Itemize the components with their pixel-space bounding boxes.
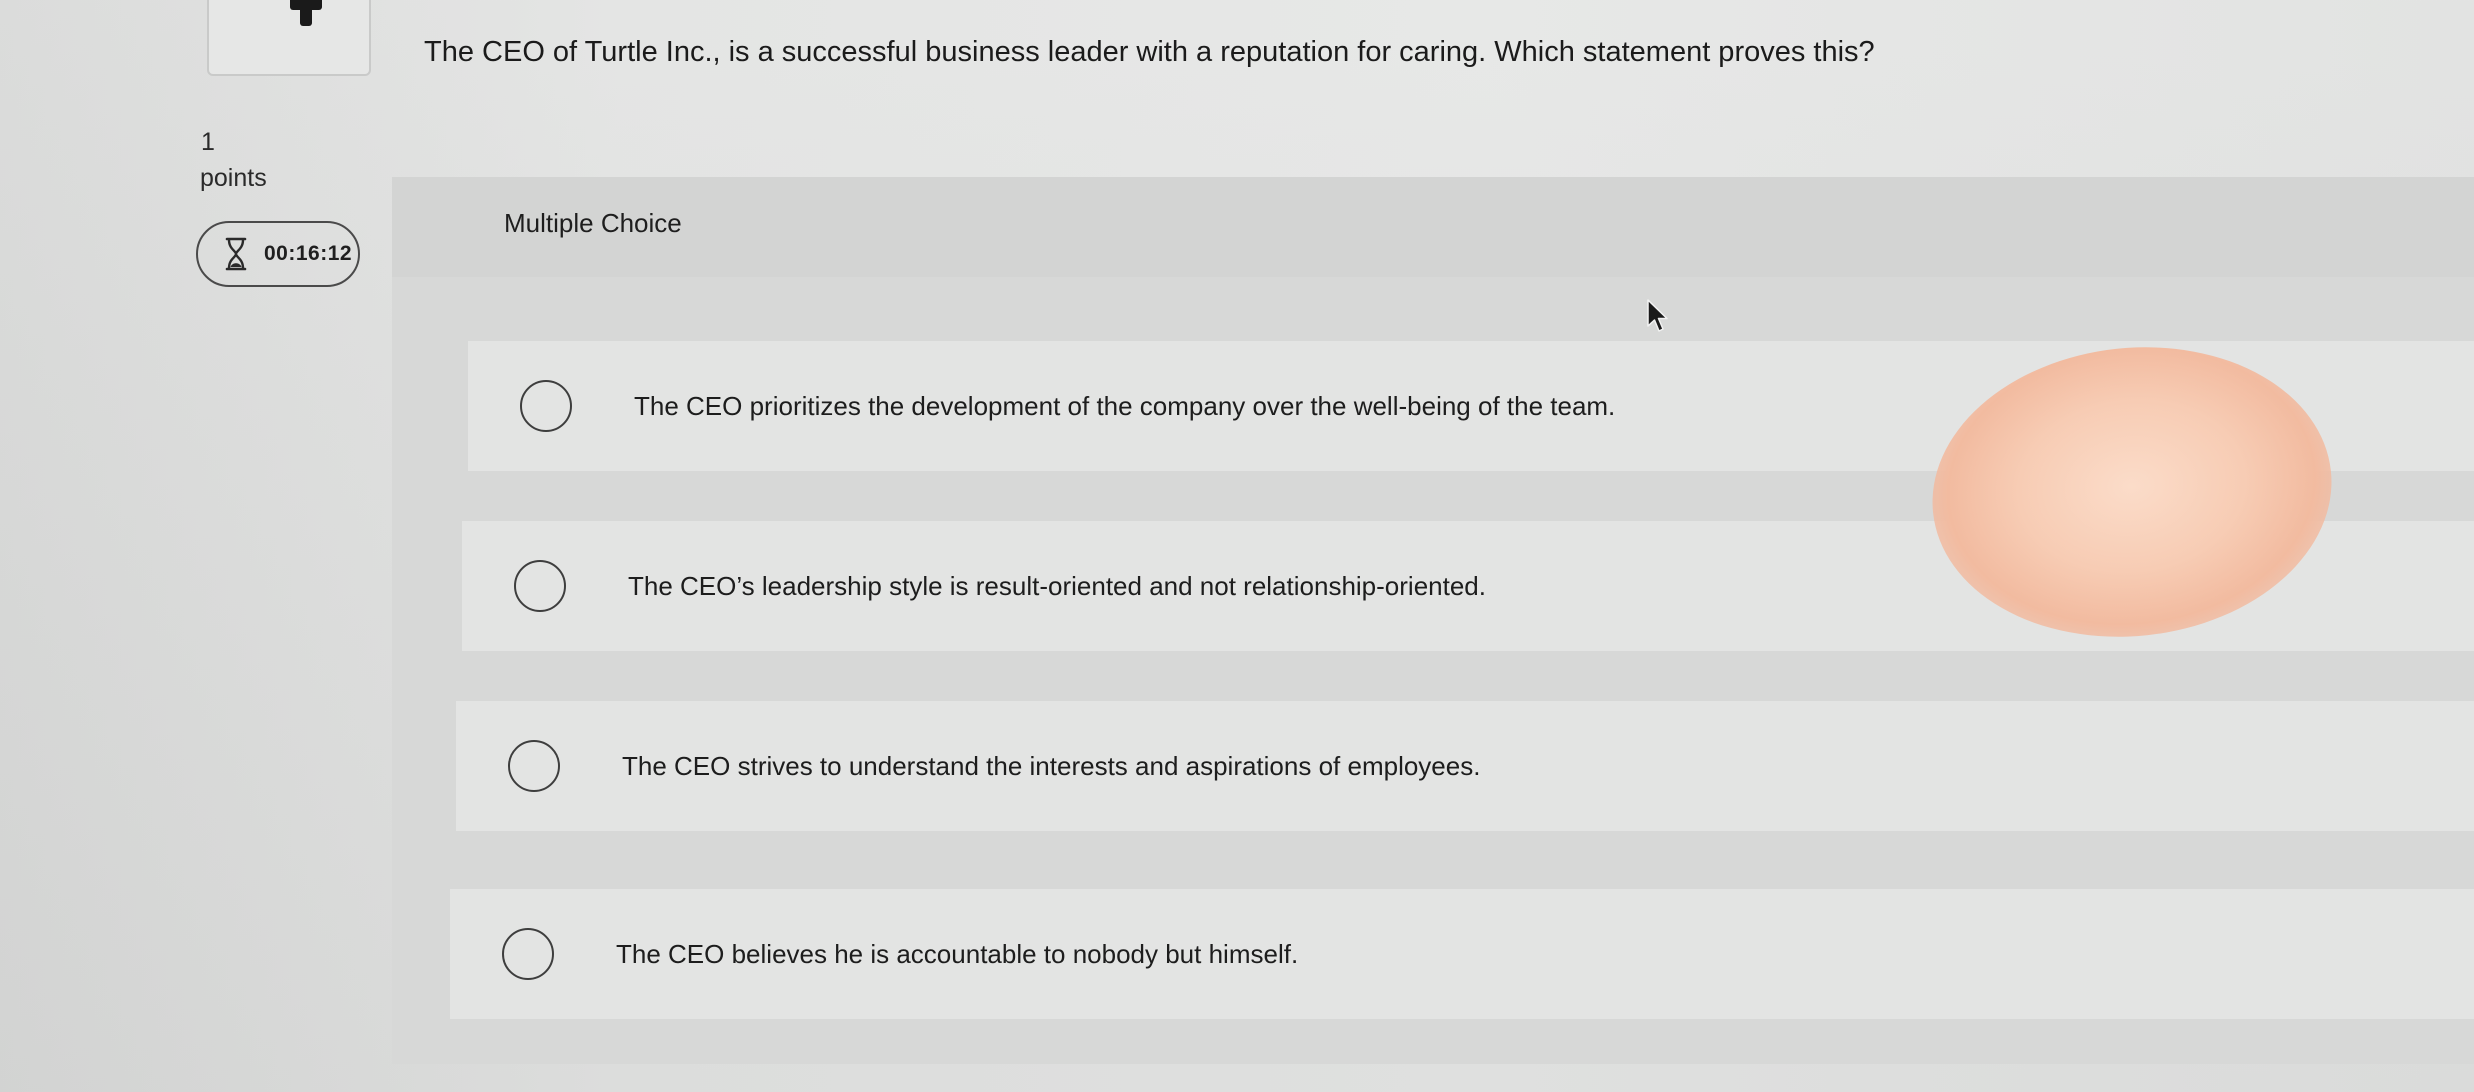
- radio-button-icon[interactable]: [520, 380, 572, 432]
- radio-button-icon[interactable]: [514, 560, 566, 612]
- timer-text: 00:16:12: [264, 242, 353, 265]
- answer-option-label: The CEO prioritizes the development of t…: [634, 390, 1616, 421]
- answer-option[interactable]: The CEO believes he is accountable to no…: [450, 889, 2474, 1019]
- radio-button-icon[interactable]: [508, 740, 560, 792]
- question-type-label: Multiple Choice: [504, 208, 682, 238]
- answer-option[interactable]: The CEO strives to understand the intere…: [456, 701, 2474, 831]
- timer-badge: 00:16:12: [196, 221, 360, 287]
- answer-option-label: The CEO’s leadership style is result-ori…: [628, 570, 1486, 601]
- question-text: The CEO of Turtle Inc., is a successful …: [424, 36, 1875, 68]
- question-nav-marker-stem: [300, 0, 312, 26]
- points-label: points: [200, 164, 267, 192]
- radio-button-icon[interactable]: [502, 928, 554, 980]
- hourglass-icon: [224, 237, 248, 271]
- answer-option-label: The CEO believes he is accountable to no…: [616, 938, 1299, 969]
- question-nav-box[interactable]: [207, 0, 371, 76]
- points-value: 1: [201, 128, 215, 156]
- answer-panel-header: [392, 177, 2474, 277]
- answer-option-label: The CEO strives to understand the intere…: [622, 750, 1481, 781]
- mouse-pointer-icon: [1646, 298, 1672, 334]
